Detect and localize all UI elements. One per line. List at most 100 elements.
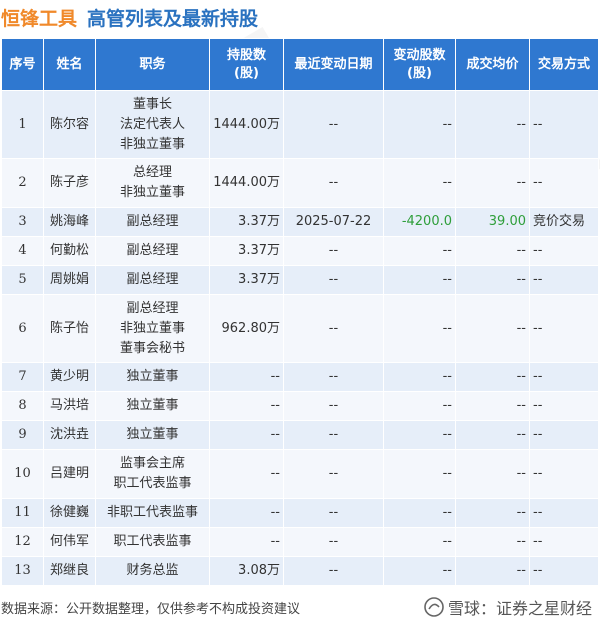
- cell-method: --: [529, 265, 599, 295]
- cell-change: -4200.0: [383, 207, 456, 237]
- position-line: 独立董事: [126, 398, 179, 413]
- cell-name: 黄少明: [43, 362, 96, 392]
- position-line: 独立董事: [126, 427, 179, 442]
- cell-method: --: [529, 158, 599, 208]
- cell-name: 姚海峰: [43, 207, 96, 237]
- cell-price: --: [455, 449, 530, 499]
- cell-change: --: [383, 90, 456, 159]
- cell-method: --: [529, 420, 599, 450]
- cell-date: --: [283, 294, 384, 363]
- cell-price: --: [455, 527, 530, 557]
- snowball-logo-icon: [424, 597, 444, 617]
- cell-change: --: [383, 498, 456, 528]
- position-line: 财务总监: [126, 563, 179, 578]
- cell-price: --: [455, 294, 530, 363]
- cell-name: 陈尔容: [43, 90, 96, 159]
- position-line: 董事长: [132, 96, 172, 112]
- header-col-name: 姓名: [43, 38, 96, 91]
- cell-position: 独立董事: [95, 420, 210, 450]
- cell-no: 2: [1, 158, 44, 208]
- table-row: 4 何勤松 副总经理 3.37万 -- -- -- --: [1, 236, 599, 266]
- cell-change: --: [383, 449, 456, 499]
- position-line: 副总经理: [126, 300, 179, 316]
- cell-name: 郑继良: [43, 556, 96, 586]
- page-title: 高管列表及最新持股: [87, 7, 259, 30]
- cell-shares: 3.37万: [209, 265, 284, 295]
- table-row: 8 马洪培 独立董事 -- -- -- -- --: [1, 391, 599, 421]
- cell-position: 独立董事: [95, 362, 210, 392]
- cell-name: 陈子怡: [43, 294, 96, 363]
- cell-price: --: [455, 420, 530, 450]
- table-header-row: 序号 姓名 职务 持股数 (股) 最近变动日期 变动股数 (股) 成交均价 交易方式: [1, 38, 599, 91]
- cell-date: --: [283, 420, 384, 450]
- table-row: 12 何伟军 职工代表监事 -- -- -- -- --: [1, 527, 599, 557]
- executives-table: 序号 姓名 职务 持股数 (股) 最近变动日期 变动股数 (股) 成交均价 交易方式 1 陈尔容董事…: [1, 38, 599, 586]
- header: 恒锋工具 高管列表及最新持股: [0, 0, 600, 34]
- company-name: 恒锋工具: [1, 7, 78, 30]
- cell-name: 何勤松: [43, 236, 96, 266]
- cell-price: --: [455, 498, 530, 528]
- position-line: 董事会秘书: [119, 340, 185, 356]
- cell-name: 何伟军: [43, 527, 96, 557]
- cell-shares: --: [209, 449, 284, 499]
- position-line: 总经理: [132, 165, 172, 180]
- cell-method: --: [529, 236, 599, 266]
- cell-change: --: [383, 236, 456, 266]
- cell-method: --: [529, 362, 599, 392]
- position-line: 职工代表监事: [113, 476, 192, 491]
- position-line: 监事会主席: [119, 456, 185, 471]
- header-col-change: 变动股数 (股): [383, 38, 456, 91]
- position-line: 法定代表人: [119, 116, 185, 132]
- table-row: 13 郑继良 财务总监 3.08万 -- -- -- --: [1, 556, 599, 586]
- position-line: 非职工代表监事: [106, 505, 198, 520]
- cell-date: 2025-07-22: [283, 207, 384, 237]
- brand-text: 雪球：证券之星财经: [447, 599, 592, 618]
- cell-change: --: [383, 391, 456, 421]
- table-row: 1 陈尔容 董事长 法定代表人 非独立董事 1444.00万 -- -- -- --: [1, 90, 599, 159]
- table-row: 6 陈子怡 副总经理 非独立董事 董事会秘书 962.80万 -- -- -- --: [1, 294, 599, 363]
- table-row: 5 周姚娟 副总经理 3.37万 -- -- -- --: [1, 265, 599, 295]
- cell-position: 非职工代表监事: [95, 498, 210, 528]
- cell-shares: 1444.00万: [209, 158, 284, 208]
- table-row: 7 黄少明 独立董事 -- -- -- -- --: [1, 362, 599, 392]
- cell-method: --: [529, 527, 599, 557]
- header-col-no: 序号: [1, 38, 44, 91]
- cell-change: --: [383, 265, 456, 295]
- cell-change: --: [383, 527, 456, 557]
- table-row: 3 姚海峰 副总经理 3.37万 2025-07-22 -4200.0 39.00 竞价交易: [1, 207, 599, 237]
- cell-date: --: [283, 527, 384, 557]
- cell-shares: 962.80万: [209, 294, 284, 363]
- cell-no: 1: [1, 90, 44, 159]
- cell-position: 副总经理非独立董事董事会秘书: [95, 294, 210, 363]
- cell-shares: --: [209, 362, 284, 392]
- cell-no: 4: [1, 236, 44, 266]
- cell-change: --: [383, 294, 456, 363]
- cell-method: --: [529, 449, 599, 499]
- table-row: 11 徐健巍 非职工代表监事 -- -- -- -- --: [1, 498, 599, 528]
- cell-date: --: [283, 391, 384, 421]
- cell-no: 10: [1, 449, 44, 499]
- position-line: 非独立董事: [119, 320, 185, 336]
- cell-method: --: [529, 294, 599, 363]
- cell-change: --: [383, 420, 456, 450]
- cell-price: --: [455, 391, 530, 421]
- cell-no: 8: [1, 391, 44, 421]
- position-line: 非独立董事: [119, 185, 185, 200]
- position-line: 副总经理: [126, 243, 179, 258]
- cell-position: 副总经理: [95, 236, 210, 266]
- cell-position: 财务总监: [95, 556, 210, 586]
- cell-price: 39.00: [455, 207, 530, 237]
- brand-mark: 雪球：证券之星财经: [424, 595, 592, 619]
- cell-date: --: [283, 236, 384, 266]
- position-line: 职工代表监事: [113, 534, 192, 549]
- cell-price: --: [455, 265, 530, 295]
- cell-position: 独立董事: [95, 391, 210, 421]
- position-line: 非独立董事: [119, 136, 185, 152]
- header-col-price: 成交均价: [455, 38, 530, 91]
- cell-date: --: [283, 158, 384, 208]
- cell-position: 副总经理: [95, 265, 210, 295]
- cell-change: --: [383, 158, 456, 208]
- cell-shares: --: [209, 527, 284, 557]
- cell-name: 吕建明: [43, 449, 96, 499]
- cell-shares: 3.37万: [209, 236, 284, 266]
